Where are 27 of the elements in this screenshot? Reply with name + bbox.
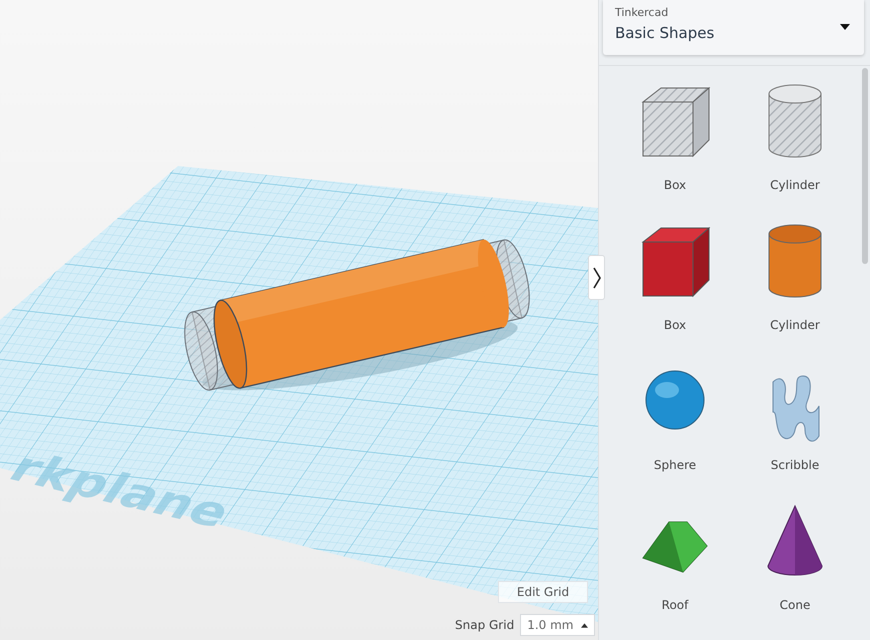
shape-tile[interactable]: Roof	[615, 500, 735, 640]
shape-name: Box	[664, 178, 686, 192]
shape-tile[interactable]: Cylinder	[735, 220, 855, 360]
shape-tile[interactable]: Box	[615, 220, 735, 360]
shape-tile[interactable]: Cylinder	[735, 80, 855, 220]
workplane-label: rkplane	[0, 443, 241, 538]
shape-tile[interactable]: Sphere	[615, 360, 735, 500]
shape-library-dropdown[interactable]: Tinkercad Basic Shapes	[603, 0, 864, 55]
scrollbar[interactable]	[862, 68, 868, 264]
shape-tile[interactable]: Box	[615, 80, 735, 220]
chevron-icon	[592, 266, 600, 288]
snap-grid-dropdown[interactable]: 1.0 mm	[520, 614, 596, 636]
shape-name: Cylinder	[770, 318, 820, 332]
shape-name: Cylinder	[770, 178, 820, 192]
collapse-panel-button[interactable]	[588, 255, 605, 300]
shape-tile[interactable]: Scribble	[735, 360, 855, 500]
shape-name: Scribble	[770, 458, 820, 472]
library-selection: Basic Shapes	[615, 24, 714, 42]
shape-name: Sphere	[654, 458, 696, 472]
shape-name: Cone	[780, 598, 810, 612]
caret-icon	[840, 24, 850, 30]
shape-tile[interactable]: Cone	[735, 500, 855, 640]
shape-name: Roof	[662, 598, 688, 612]
shape-name: Box	[664, 318, 686, 332]
edit-grid-button[interactable]: Edit Grid	[498, 581, 588, 603]
library-label: Tinkercad	[615, 6, 670, 19]
snap-grid-label: Snap Grid	[455, 618, 514, 632]
